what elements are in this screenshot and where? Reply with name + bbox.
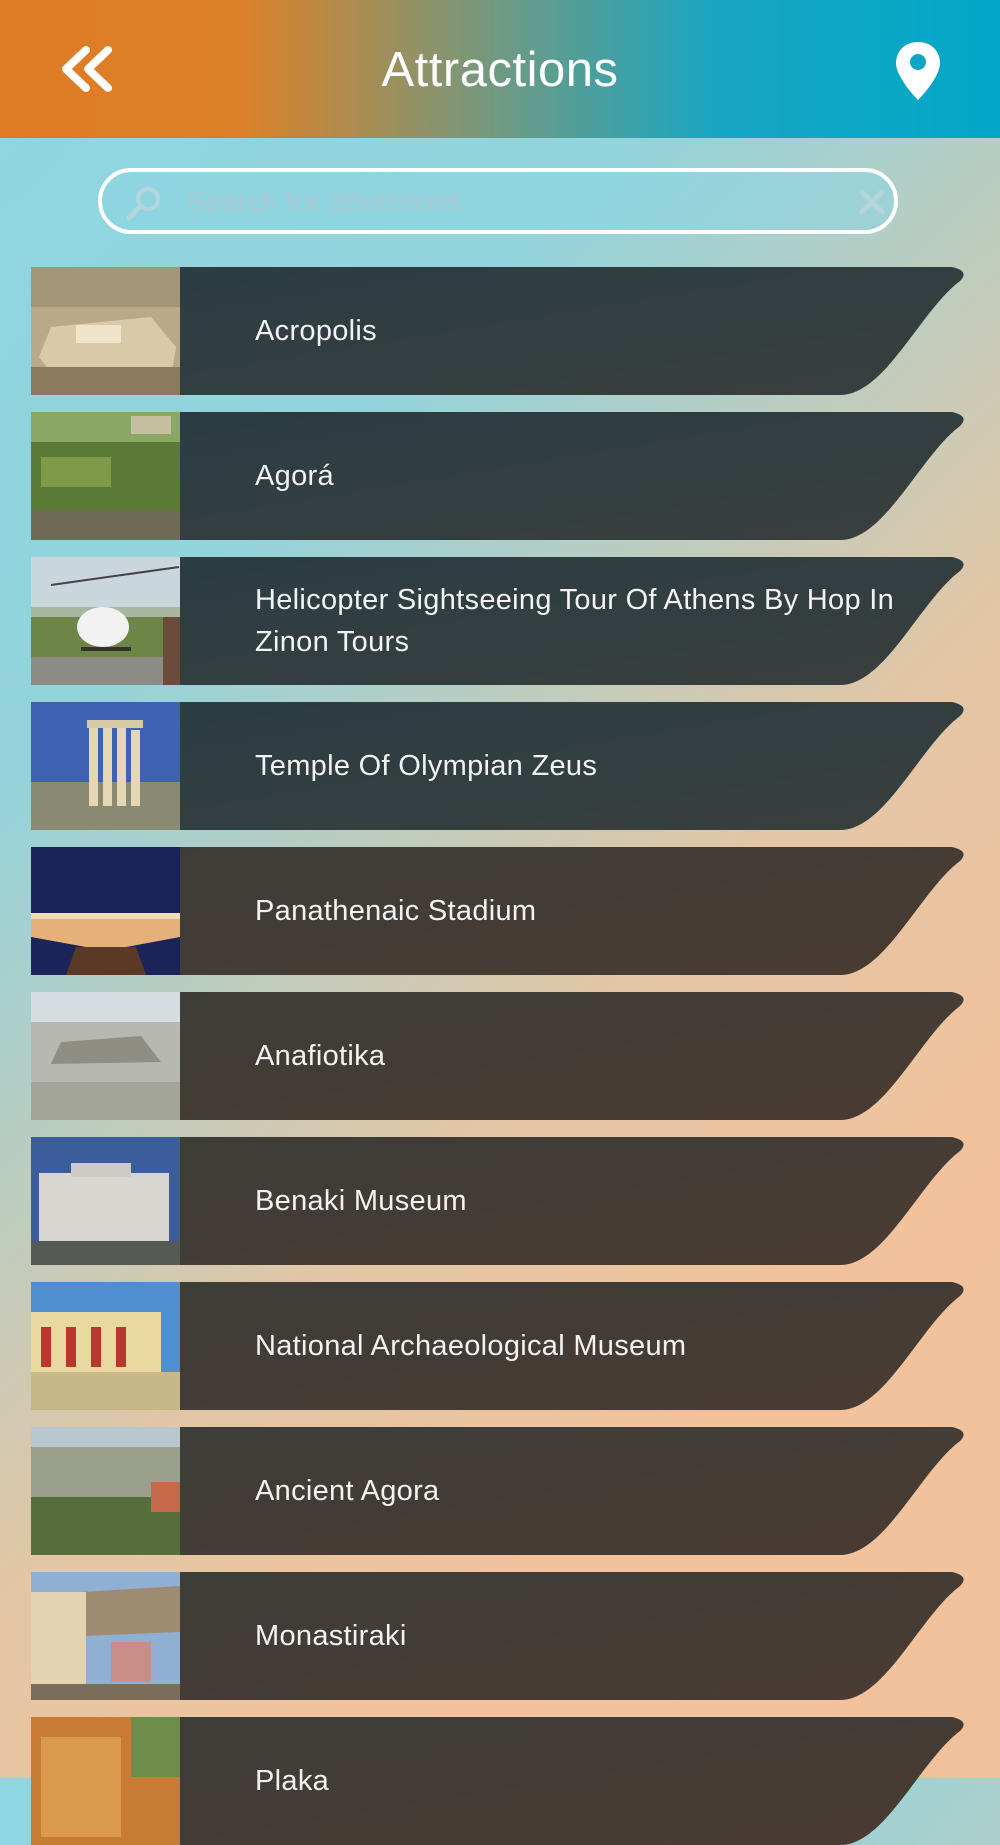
attraction-name: Panathenaic Stadium [255,895,537,927]
list-item-benaki-museum[interactable]: Benaki Museum [31,1137,971,1265]
attraction-name: Helicopter Sightseeing Tour Of Athens By… [255,584,895,658]
thumbnail-national-archaeological-museum [31,1282,180,1410]
thumbnail-acropolis [31,267,180,395]
list-item-temple-of-olympian-zeus[interactable]: Temple Of Olympian Zeus [31,702,971,830]
thumbnail-monastiraki [31,1572,180,1700]
attraction-name: Benaki Museum [255,1185,467,1217]
attraction-name: Temple Of Olympian Zeus [255,750,598,782]
list-item-acropolis[interactable]: Acropolis [31,267,971,395]
thumbnail-panathenaic-stadium [31,847,180,975]
thumbnail-temple-of-olympian-zeus [31,702,180,830]
search-icon [126,187,160,221]
attraction-name: Plaka [255,1765,330,1797]
attraction-name: Monastiraki [255,1620,407,1652]
thumbnail-ancient-agora [31,1427,180,1555]
thumbnail-helicopter-tour [31,557,180,685]
list-item-national-archaeological-museum[interactable]: National Archaeological Museum [31,1282,971,1410]
attraction-name: Acropolis [255,315,377,347]
attraction-name: Ancient Agora [255,1475,440,1507]
attraction-name: National Archaeological Museum [255,1330,687,1362]
map-pin-icon [896,42,940,100]
list-item-anafiotika[interactable]: Anafiotika [31,992,971,1120]
search-input[interactable] [184,180,828,224]
clear-search-icon[interactable] [854,184,890,220]
page-title: Attractions [381,43,619,97]
list-item-panathenaic-stadium[interactable]: Panathenaic Stadium [31,847,971,975]
app-header: Attractions [0,0,1000,138]
attraction-name: Agorá [255,460,334,492]
list-item-ancient-agora[interactable]: Ancient Agora [31,1427,971,1555]
thumbnail-anafiotika [31,992,180,1120]
list-item-helicopter-tour[interactable]: Helicopter Sightseeing Tour Of Athens By… [31,557,971,685]
search-bar [98,168,898,234]
list-item-monastiraki[interactable]: Monastiraki [31,1572,971,1700]
thumbnail-agora [31,412,180,540]
location-button[interactable] [888,38,948,104]
thumbnail-plaka [31,1717,180,1845]
list-item-agora[interactable]: Agorá [31,412,971,540]
list-item-plaka[interactable]: Plaka [31,1717,971,1845]
back-button[interactable] [48,30,126,108]
double-chevron-left-icon [62,46,112,92]
thumbnail-benaki-museum [31,1137,180,1265]
attraction-name: Anafiotika [255,1040,386,1072]
